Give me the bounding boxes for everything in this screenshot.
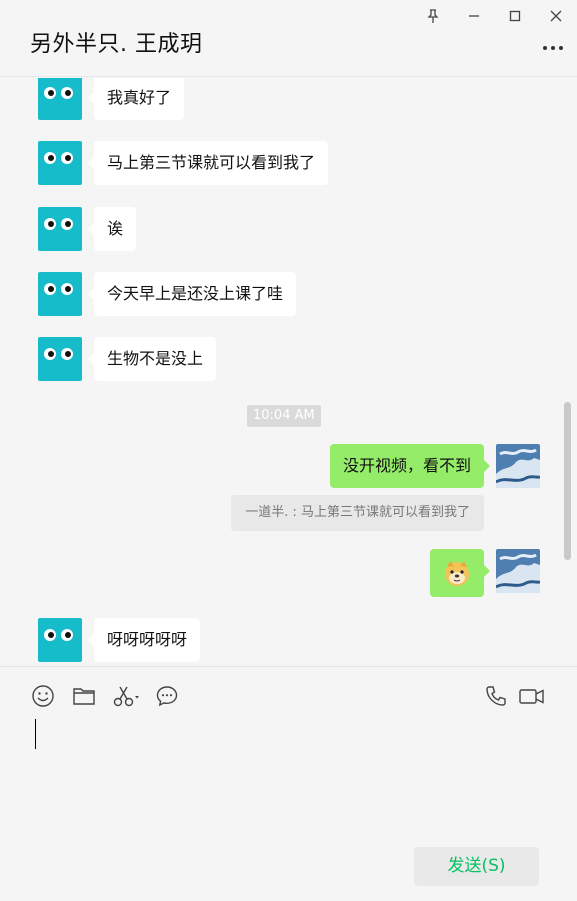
contact-avatar[interactable] [38,141,82,185]
maximize-button[interactable] [502,3,528,29]
more-options-button[interactable] [541,38,565,58]
minimize-button[interactable] [461,3,487,29]
message-bubble-outgoing-emoji[interactable] [430,549,490,597]
phone-icon [486,686,506,706]
scissors-icon [113,686,139,707]
contact-avatar[interactable] [38,272,82,316]
contact-avatar[interactable] [38,207,82,251]
message-bubble-incoming[interactable]: 马上第三节课就可以看到我了 [87,141,329,185]
emoji-icon [32,685,54,707]
chat-history-button[interactable] [154,683,180,709]
pin-button[interactable] [420,3,446,29]
my-avatar[interactable] [496,444,540,488]
pin-icon [427,9,439,23]
contact-avatar[interactable] [38,78,82,120]
folder-icon [73,688,95,705]
emoji-button[interactable] [30,683,56,709]
send-button[interactable]: 发送(S) [414,847,539,886]
voice-call-button[interactable] [483,683,509,709]
file-button[interactable] [71,683,97,709]
message-bubble-incoming[interactable]: 诶 [87,207,137,251]
message-scrollbar[interactable] [564,402,571,560]
my-avatar[interactable] [496,549,540,593]
message-bubble-incoming[interactable]: 我真好了 [87,78,185,120]
close-icon [550,10,562,22]
message-bubble-incoming[interactable]: 今天早上是还没上课了哇 [87,272,297,316]
title-bar: 另外半只. 王成玥 [0,0,577,77]
more-icon [543,46,563,50]
maximize-icon [509,10,521,22]
chat-bubble-icon [156,686,178,707]
message-list[interactable]: 我真好了 马上第三节课就可以看到我了 诶 今天早上是还没上课了哇 生物不是没上 … [0,78,577,666]
chat-title: 另外半只. 王成玥 [30,32,203,57]
message-timestamp: 10:04 AM [247,405,321,427]
minimize-icon [469,15,479,17]
video-call-button[interactable] [518,683,546,709]
message-bubble-incoming[interactable]: 生物不是没上 [87,337,217,381]
message-bubble-outgoing[interactable]: 没开视频，看不到 [329,444,491,488]
close-button[interactable] [543,3,569,29]
screenshot-button[interactable] [111,683,143,709]
message-bubble-incoming[interactable]: 呀呀呀呀呀 [87,618,201,662]
input-area: 发送(S) [0,666,577,901]
message-input[interactable] [30,715,545,835]
chat-window: 另外半只. 王成玥 我真好了 马上第三节课就可以看到我了 诶 今天早上是还没上课… [0,0,577,901]
contact-avatar[interactable] [38,618,82,662]
quoted-message[interactable]: 一道半. : 马上第三节课就可以看到我了 [231,495,484,531]
doge-emoji [445,561,469,586]
contact-avatar[interactable] [38,337,82,381]
video-icon [519,689,544,704]
